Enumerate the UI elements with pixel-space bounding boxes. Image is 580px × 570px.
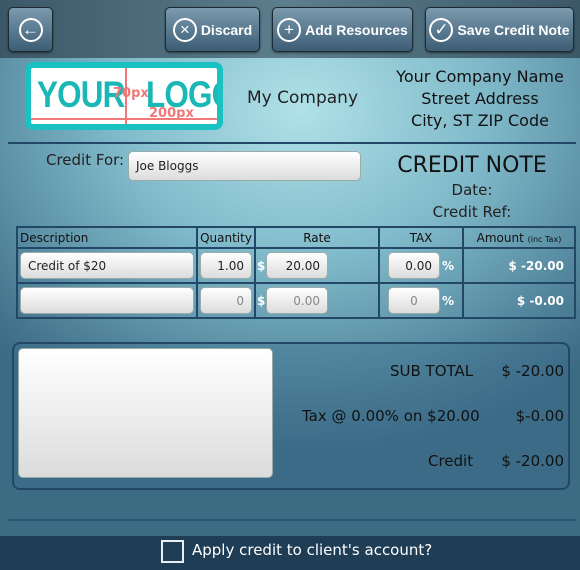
percent-symbol: %: [442, 259, 455, 273]
rate-input[interactable]: 20.00: [266, 252, 328, 279]
percent-symbol: %: [442, 294, 455, 308]
company-name: Your Company Name: [396, 67, 564, 86]
description-input[interactable]: Credit of $20: [20, 252, 194, 279]
line-items-table: Description Quantity Rate TAX Amount (in…: [16, 226, 576, 319]
subtotal-value: $ -20.00: [501, 362, 564, 380]
credit-ref-label: Credit Ref:: [432, 203, 512, 221]
table-row: Credit of $20 1.00 $20.00 0.00% $ -20.00: [16, 247, 576, 284]
amount-value: $ -0.00: [462, 282, 576, 319]
amount-header-note: (inc Tax): [527, 234, 562, 244]
height-arrow: [125, 68, 127, 124]
add-resources-label: Add Resources: [305, 21, 408, 38]
divider: [8, 142, 576, 144]
document-title: CREDIT NOTE: [397, 153, 547, 178]
width-arrow: [31, 118, 217, 120]
table-row: 0 $0.00 0% $ -0.00: [16, 282, 576, 319]
credit-for-input[interactable]: Joe Bloggs: [128, 151, 361, 181]
table-header: Description Quantity Rate TAX Amount (in…: [16, 226, 576, 249]
credit-value: $ -20.00: [501, 452, 564, 470]
company-logo[interactable]: YOUR LOGO 70px 200px: [25, 62, 223, 130]
tax-value: $-0.00: [515, 407, 564, 425]
company-address: Your Company Name Street Address City, S…: [380, 66, 580, 132]
quantity-input[interactable]: 1.00: [200, 252, 252, 279]
credit-for-label: Credit For:: [46, 151, 125, 169]
header-description: Description: [16, 226, 198, 249]
discard-label: Discard: [200, 21, 253, 38]
header-tax: TAX: [378, 226, 464, 249]
logo-text-left: YOUR: [37, 74, 125, 115]
notes-textarea[interactable]: [18, 348, 273, 478]
apply-credit-checkbox[interactable]: [161, 540, 184, 563]
save-credit-note-button[interactable]: ✓ Save Credit Note: [425, 7, 574, 52]
description-input[interactable]: [20, 287, 194, 314]
subtotal-label: SUB TOTAL: [390, 362, 474, 380]
amount-header-label: Amount: [476, 230, 524, 245]
tax-label: Tax @ 0.00% on $20.00: [302, 407, 480, 425]
rate-input[interactable]: 0.00: [266, 287, 328, 314]
credit-label: Credit: [428, 452, 474, 470]
check-icon: ✓: [429, 17, 454, 42]
divider: [8, 519, 576, 521]
header-rate: Rate: [254, 226, 380, 249]
tax-input[interactable]: 0.00: [388, 252, 440, 279]
tax-input[interactable]: 0: [388, 287, 440, 314]
discard-button[interactable]: × Discard: [165, 7, 260, 52]
amount-value: $ -20.00: [462, 247, 576, 284]
add-resources-button[interactable]: + Add Resources: [272, 7, 413, 52]
quantity-input[interactable]: 0: [200, 287, 252, 314]
plus-icon: +: [277, 17, 302, 42]
apply-credit-label[interactable]: Apply credit to client's account?: [192, 541, 432, 559]
currency-symbol: $: [257, 259, 266, 273]
currency-symbol: $: [257, 294, 266, 308]
company-street: Street Address: [421, 89, 539, 108]
header-amount: Amount (inc Tax): [462, 226, 576, 249]
save-label: Save Credit Note: [457, 21, 570, 38]
header-quantity: Quantity: [196, 226, 256, 249]
logo-height-label: 70px: [113, 86, 149, 101]
back-button[interactable]: ←: [8, 7, 53, 52]
arrow-left-icon: ←: [18, 17, 43, 42]
company-display-name: My Company: [247, 88, 359, 108]
date-label: Date:: [451, 181, 493, 199]
close-icon: ×: [172, 17, 197, 42]
company-city: City, ST ZIP Code: [411, 111, 549, 130]
